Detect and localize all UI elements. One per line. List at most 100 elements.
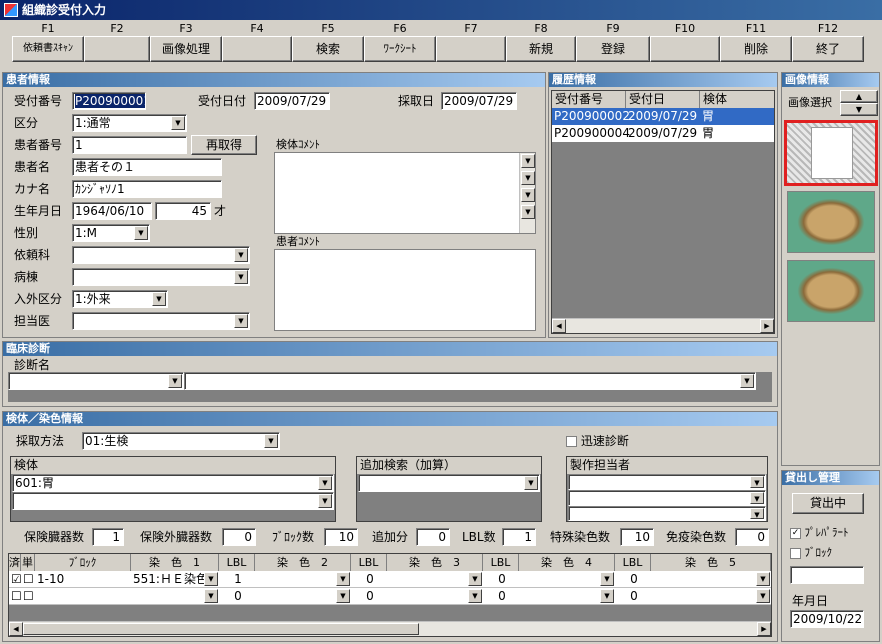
- lending-note-field[interactable]: [790, 566, 864, 584]
- chevron-left-icon[interactable]: ◀: [9, 622, 23, 636]
- reception-no-field[interactable]: P200900001: [75, 94, 145, 108]
- fkey-button-f6[interactable]: ﾜｰｸｼｰﾄ: [364, 36, 436, 62]
- birth-field[interactable]: 1964/06/10: [72, 202, 152, 220]
- checkbox-icon[interactable]: [566, 436, 577, 447]
- inout-select[interactable]: 1:外来 ▼: [72, 290, 168, 308]
- history-grid[interactable]: 受付番号 受付日 検体 P200900002 2009/07/29 胃 P200…: [551, 90, 775, 334]
- lbl-cell[interactable]: 0: [615, 571, 651, 588]
- chevron-down-icon[interactable]: ▼: [600, 572, 614, 586]
- insured-field[interactable]: 1: [92, 528, 124, 546]
- stain-row[interactable]: ☐ ☐ ▼ 0 ▼ 0 ▼ 0 ▼ 0 ▼: [9, 588, 771, 605]
- chevron-down-icon[interactable]: ▼: [152, 292, 166, 306]
- fkey-button-f8[interactable]: 新規: [506, 36, 576, 62]
- stain-row[interactable]: ☑ ☐ 1-10 551:ＨＥ染色 ▼ 1 ▼ 0 ▼ 0 ▼ 0 ▼: [9, 571, 771, 588]
- lending-date-field[interactable]: 2009/10/22: [790, 610, 864, 628]
- chevron-down-icon[interactable]: ▼: [521, 154, 535, 168]
- history-col-specimen[interactable]: 検体: [700, 91, 774, 108]
- done-checkbox[interactable]: ☐: [9, 588, 21, 605]
- checkbox-icon[interactable]: [790, 547, 801, 559]
- chevron-down-icon[interactable]: ▼: [336, 589, 350, 603]
- stain-col-header[interactable]: LBL: [219, 554, 255, 571]
- stain-cell[interactable]: ▼: [519, 571, 615, 588]
- chevron-down-icon[interactable]: ▼: [264, 434, 278, 448]
- rapid-checkbox[interactable]: 迅速診断: [566, 432, 629, 450]
- chevron-down-icon[interactable]: ▼: [204, 572, 218, 586]
- producer-item[interactable]: ▼: [568, 474, 766, 490]
- history-col-reception-no[interactable]: 受付番号: [552, 91, 626, 108]
- patient-comment-box[interactable]: [274, 249, 536, 331]
- chevron-down-icon[interactable]: ▼: [521, 171, 535, 185]
- stain-cell[interactable]: ▼: [519, 588, 615, 605]
- lending-button[interactable]: 貸出中: [792, 493, 864, 514]
- done-checkbox[interactable]: ☑: [9, 571, 21, 588]
- lbl-cell[interactable]: 1: [219, 571, 255, 588]
- chevron-down-icon[interactable]: ▼: [134, 226, 148, 240]
- lbl-cell[interactable]: 0: [219, 588, 255, 605]
- stain-col-header[interactable]: 染 色 2: [255, 554, 351, 571]
- fkey-button-f1[interactable]: 依頼書ｽｷｬﾝ: [12, 36, 84, 62]
- chevron-down-icon[interactable]: ▼: [468, 572, 482, 586]
- image-thumbnail[interactable]: [787, 191, 875, 253]
- single-checkbox[interactable]: ☐: [21, 571, 35, 588]
- fkey-button-f12[interactable]: 終了: [792, 36, 864, 62]
- block-checkbox[interactable]: ﾌﾞﾛｯｸ: [790, 544, 832, 562]
- lbl-field[interactable]: 1: [502, 528, 536, 546]
- chevron-down-icon[interactable]: ▼: [750, 508, 764, 519]
- specimen-list[interactable]: 検体 601:胃 ▼ ▼: [10, 456, 336, 522]
- stain-col-header[interactable]: 染 色 5: [651, 554, 771, 571]
- chevron-right-icon[interactable]: ▶: [757, 622, 771, 636]
- chevron-down-icon[interactable]: ▼: [521, 188, 535, 202]
- lbl-cell[interactable]: 0: [351, 588, 387, 605]
- category-select[interactable]: 1:通常 ▼: [72, 114, 187, 132]
- history-row[interactable]: P200900002 2009/07/29 胃: [552, 108, 774, 125]
- fkey-button-f2[interactable]: [84, 36, 150, 62]
- special-field[interactable]: 10: [620, 528, 654, 546]
- stain-cell[interactable]: ▼: [131, 588, 219, 605]
- stain-cell[interactable]: ▼: [387, 588, 483, 605]
- chevron-down-icon[interactable]: ▼: [750, 492, 764, 504]
- collection-date-field[interactable]: 2009/07/29: [441, 92, 517, 110]
- stain-cell[interactable]: ▼: [255, 571, 351, 588]
- diagnosis-select-2[interactable]: ▼: [184, 372, 756, 390]
- stain-col-header[interactable]: 染 色 3: [387, 554, 483, 571]
- chevron-down-icon[interactable]: ▼: [740, 374, 754, 388]
- block-count-field[interactable]: 10: [324, 528, 358, 546]
- chevron-left-icon[interactable]: ◀: [552, 319, 566, 333]
- chevron-down-icon[interactable]: ▼: [756, 572, 770, 586]
- method-select[interactable]: 01:生検 ▼: [82, 432, 280, 450]
- stain-cell[interactable]: ▼: [651, 571, 771, 588]
- block-cell[interactable]: [35, 588, 131, 605]
- fkey-button-f11[interactable]: 削除: [720, 36, 792, 62]
- chevron-down-icon[interactable]: ▼: [204, 589, 218, 603]
- chevron-down-icon[interactable]: ▼: [234, 248, 248, 262]
- chevron-down-icon[interactable]: ▼: [234, 314, 248, 328]
- chevron-right-icon[interactable]: ▶: [760, 319, 774, 333]
- chevron-down-icon[interactable]: ▼: [336, 572, 350, 586]
- stain-hscrollbar[interactable]: ◀ ▶: [9, 621, 771, 636]
- producer-item[interactable]: ▼: [568, 506, 766, 521]
- uninsured-field[interactable]: 0: [222, 528, 256, 546]
- name-field[interactable]: 患者その１: [72, 158, 222, 176]
- chevron-down-icon[interactable]: ▼: [840, 103, 878, 116]
- checkbox-icon[interactable]: ✓: [790, 527, 801, 539]
- chevron-down-icon[interactable]: ▼: [524, 476, 538, 490]
- producer-item[interactable]: ▼: [568, 490, 766, 506]
- stain-cell[interactable]: 551:ＨＥ染色 ▼: [131, 571, 219, 588]
- immuno-field[interactable]: 0: [735, 528, 769, 546]
- stain-grid[interactable]: 済単ﾌﾞﾛｯｸ染 色 1 LBL 染 色 2 LBL 染 色 3 LBL 染 色 4 LBL 染…: [8, 553, 772, 637]
- history-col-date[interactable]: 受付日: [626, 91, 700, 108]
- chevron-down-icon[interactable]: ▼: [234, 270, 248, 284]
- stain-col-header[interactable]: ﾌﾞﾛｯｸ: [35, 554, 131, 571]
- fkey-button-f4[interactable]: [222, 36, 292, 62]
- fkey-button-f5[interactable]: 検索: [292, 36, 364, 62]
- stain-col-header[interactable]: 染 色 4: [519, 554, 615, 571]
- preparat-checkbox[interactable]: ✓ ﾌﾟﾚﾊﾟﾗｰﾄ: [790, 524, 849, 542]
- scrollbar[interactable]: ▼ ▼ ▼ ▼: [519, 153, 535, 233]
- reacquire-button[interactable]: 再取得: [191, 135, 257, 155]
- dept-select[interactable]: ▼: [72, 246, 250, 264]
- fkey-button-f3[interactable]: 画像処理: [150, 36, 222, 62]
- chevron-down-icon[interactable]: ▼: [468, 589, 482, 603]
- scroll-thumb[interactable]: [23, 623, 419, 635]
- specimen-item[interactable]: ▼: [12, 492, 334, 510]
- ward-select[interactable]: ▼: [72, 268, 250, 286]
